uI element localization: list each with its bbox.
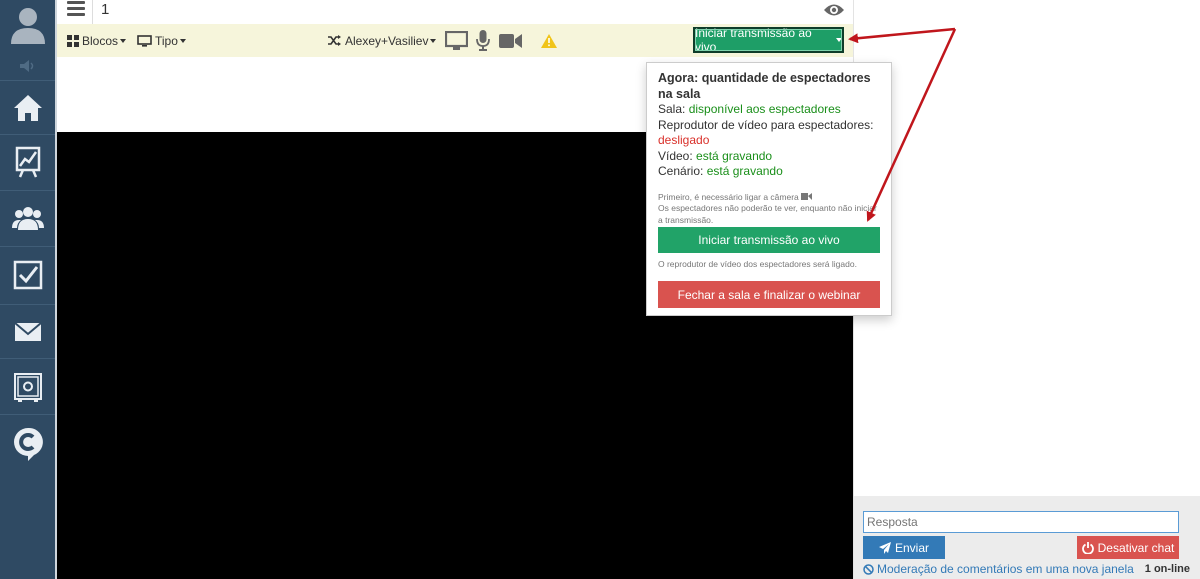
left-sidebar xyxy=(0,0,55,579)
video-status-value: está gravando xyxy=(696,148,773,163)
close-room-button[interactable]: Fechar a sala e finalizar o webinar xyxy=(658,281,880,308)
screen-share-icon[interactable] xyxy=(445,24,468,57)
scene-status-label: Cenário: xyxy=(658,164,704,179)
popup-title: Agora: quantidade de espectadores na sal… xyxy=(658,71,871,101)
start-live-dropdown-button[interactable]: Iniciar transmissão ao vivo xyxy=(693,26,844,54)
player-status-label: Reprodutor de vídeo para espectadores: xyxy=(658,117,874,132)
video-status-label: Vídeo: xyxy=(658,148,693,163)
type-label: Tipo xyxy=(155,33,178,48)
chat-c-icon[interactable] xyxy=(0,420,55,468)
popup-start-live-button[interactable]: Iniciar transmissão ao vivo xyxy=(658,227,880,253)
room-status: Sala: disponível aos espectadores xyxy=(658,102,880,118)
home-icon[interactable] xyxy=(0,86,55,130)
microphone-icon[interactable] xyxy=(476,24,490,57)
presenters-label: Alexey+Vasiliev xyxy=(345,33,429,48)
toolbar: Blocos Tipo Alexey+Vasiliev Iniciar tran… xyxy=(57,24,853,57)
disable-chat-button[interactable]: Desativar chat xyxy=(1077,536,1179,559)
safe-icon[interactable] xyxy=(0,366,55,410)
blocks-dropdown[interactable]: Blocos xyxy=(67,24,127,57)
topbar: 1 xyxy=(57,0,853,24)
ban-icon xyxy=(863,563,874,575)
video-status: Vídeo: está gravando xyxy=(658,149,880,165)
power-icon xyxy=(1081,541,1094,554)
send-label: Enviar xyxy=(894,540,929,555)
live-status-popup: Agora: quantidade de espectadores na sal… xyxy=(646,62,892,316)
room-status-value: disponível aos espectadores xyxy=(688,102,841,116)
chart-board-icon[interactable] xyxy=(0,140,55,184)
volume-icon[interactable] xyxy=(0,56,55,76)
presenters-dropdown[interactable]: Alexey+Vasiliev xyxy=(328,24,437,57)
moderation-link-label: Moderação de comentários em uma nova jan… xyxy=(877,562,1134,576)
shuffle-icon xyxy=(328,35,341,46)
player-status: Reprodutor de vídeo para espectadores: d… xyxy=(658,118,880,149)
camera-note-line2: Os espectadores não poderão te ver, enqu… xyxy=(658,203,877,225)
user-avatar-icon[interactable] xyxy=(0,2,55,46)
camera-note-line1: Primeiro, é necessário ligar a câmera xyxy=(658,191,799,202)
monitor-icon xyxy=(137,34,152,47)
warning-icon[interactable] xyxy=(541,24,557,57)
blocks-label: Blocos xyxy=(82,33,119,48)
type-dropdown[interactable]: Tipo xyxy=(137,24,186,57)
online-count: 1 on-line xyxy=(1144,563,1190,575)
room-status-label: Sala: xyxy=(658,102,686,116)
video-camera-small-icon xyxy=(801,192,813,200)
player-status-value: desligado xyxy=(658,133,710,148)
checkbox-icon[interactable] xyxy=(0,252,55,298)
start-live-label: Iniciar transmissão ao vivo xyxy=(695,26,812,54)
send-button[interactable]: Enviar xyxy=(863,536,945,559)
scene-status: Cenário: está gravando xyxy=(658,164,880,180)
camera-note: Primeiro, é necessário ligar a câmera Os… xyxy=(658,192,880,227)
users-group-icon[interactable] xyxy=(0,196,55,240)
chat-panel xyxy=(853,0,1200,579)
chat-input-area: Enviar Desativar chat Moderação de comen… xyxy=(854,496,1200,579)
reply-input[interactable] xyxy=(863,511,1179,533)
moderation-link[interactable]: Moderação de comentários em uma nova jan… xyxy=(863,562,1134,576)
mail-icon[interactable] xyxy=(0,312,55,352)
video-camera-icon[interactable] xyxy=(499,24,523,57)
grid-icon xyxy=(67,34,79,47)
scene-status-value: está gravando xyxy=(706,164,783,179)
disable-chat-label: Desativar chat xyxy=(1097,540,1175,555)
paper-plane-icon xyxy=(878,541,891,554)
player-note: O reprodutor de vídeo dos espectadores s… xyxy=(658,259,857,269)
menu-hamburger-icon[interactable] xyxy=(67,1,85,19)
eye-icon[interactable] xyxy=(823,2,845,21)
room-number: 1 xyxy=(92,0,109,24)
